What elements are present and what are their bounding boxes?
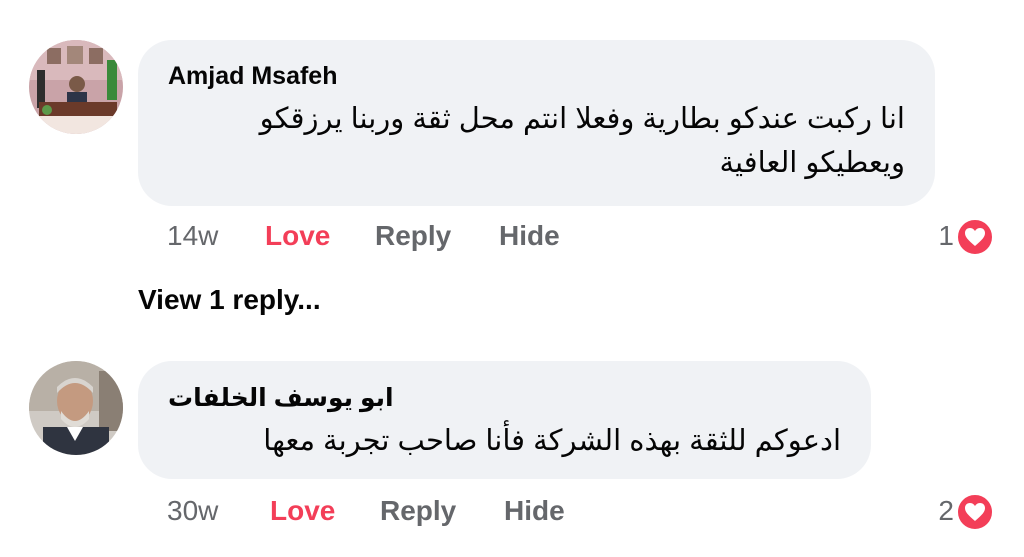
avatar[interactable] — [29, 40, 123, 134]
reply-button[interactable]: Reply — [375, 220, 451, 252]
hide-button[interactable]: Hide — [499, 220, 560, 252]
comment-timestamp: 14w — [167, 220, 219, 251]
comment-author[interactable]: ابو يوسف الخلفات — [168, 383, 394, 413]
reaction-summary[interactable]: 2 — [924, 493, 994, 533]
avatar[interactable] — [29, 361, 123, 455]
love-heart-icon — [956, 493, 994, 531]
hide-button[interactable]: Hide — [504, 495, 565, 527]
reaction-summary[interactable]: 1 — [924, 218, 994, 258]
comment-author[interactable]: Amjad Msafeh — [168, 62, 337, 91]
comment-text-line: ويعطيكو العافية — [719, 147, 905, 179]
reaction-count: 2 — [938, 495, 954, 526]
comment-bubble: Amjad Msafeh انا ركبت عندكو بطارية وفعلا… — [138, 40, 935, 206]
love-button[interactable]: Love — [270, 495, 335, 527]
love-heart-icon — [956, 218, 994, 256]
comment-timestamp: 30w — [167, 495, 219, 526]
comment-text-line: ادعوكم للثقة بهذه الشركة فأنا صاحب تجربة… — [263, 425, 841, 457]
comment-bubble: ابو يوسف الخلفات ادعوكم للثقة بهذه الشرك… — [138, 361, 871, 479]
reply-button[interactable]: Reply — [380, 495, 456, 527]
comment-text-line: انا ركبت عندكو بطارية وفعلا انتم محل ثقة… — [259, 103, 905, 135]
view-replies-link[interactable]: View 1 reply... — [138, 284, 321, 316]
reaction-count: 1 — [938, 220, 954, 251]
love-button[interactable]: Love — [265, 220, 330, 252]
